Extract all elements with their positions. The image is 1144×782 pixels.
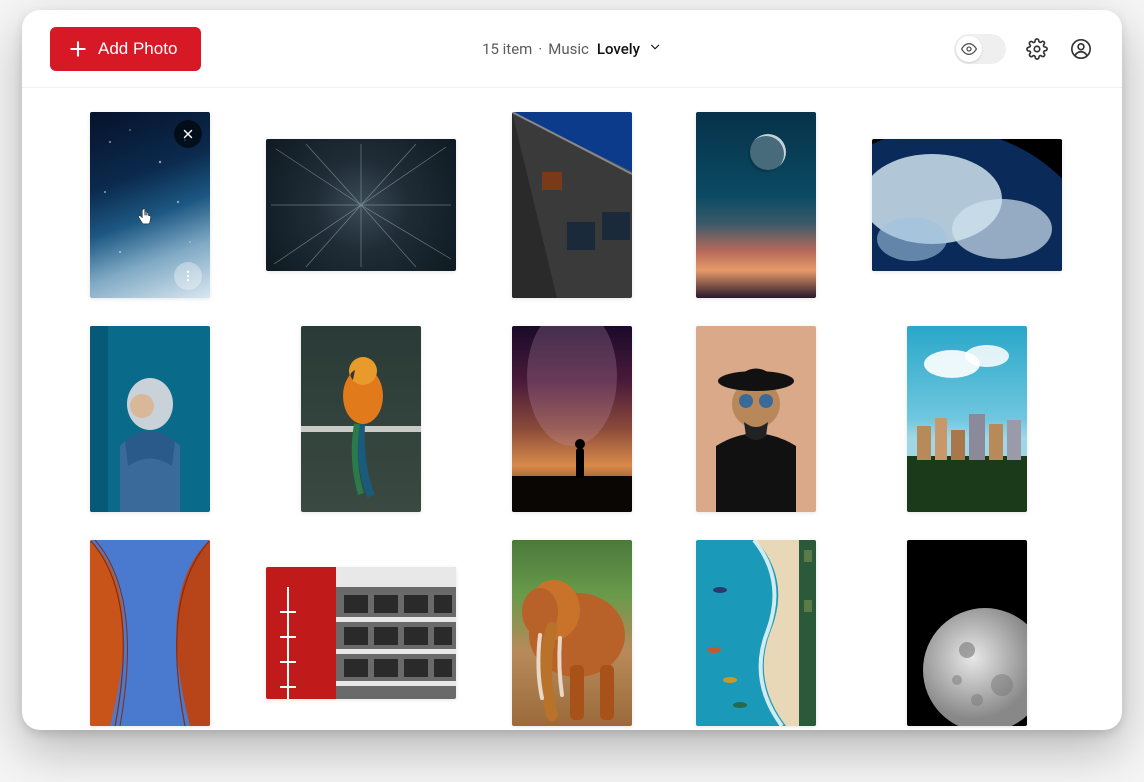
right-controls — [954, 34, 1094, 64]
account-button[interactable] — [1068, 36, 1094, 62]
plus-icon — [68, 39, 88, 59]
toggle-knob — [956, 36, 982, 62]
photo-thumb[interactable] — [266, 139, 456, 271]
photo-thumb[interactable] — [696, 326, 816, 512]
photo-thumb[interactable] — [512, 112, 632, 298]
add-photo-label: Add Photo — [98, 39, 177, 59]
gear-icon — [1026, 38, 1048, 60]
settings-button[interactable] — [1024, 36, 1050, 62]
remove-photo-button[interactable] — [174, 120, 202, 148]
header-info[interactable]: 15 item · Music Lovely — [482, 40, 662, 58]
photo-thumb[interactable] — [512, 326, 632, 512]
photo-thumb[interactable] — [90, 326, 210, 512]
photo-thumb[interactable] — [512, 540, 632, 726]
photo-thumb[interactable] — [696, 112, 816, 298]
music-name: Lovely — [597, 40, 640, 58]
photo-thumb[interactable] — [907, 540, 1027, 726]
photo-thumb[interactable] — [696, 540, 816, 726]
photo-thumb[interactable] — [266, 567, 456, 699]
photo-thumb[interactable] — [872, 139, 1062, 271]
photo-scroll-area[interactable] — [22, 88, 1122, 730]
music-label: Music — [548, 40, 589, 58]
app-window: Add Photo 15 item · Music Lovely — [22, 10, 1122, 730]
photo-thumb[interactable] — [907, 326, 1027, 512]
user-icon — [1070, 38, 1092, 60]
photo-thumb[interactable] — [301, 326, 421, 512]
separator: · — [538, 40, 542, 58]
topbar: Add Photo 15 item · Music Lovely — [22, 10, 1122, 88]
close-icon — [181, 127, 195, 141]
eye-icon — [961, 41, 977, 57]
photo-thumb[interactable] — [90, 540, 210, 726]
more-vertical-icon — [181, 269, 195, 283]
photo-more-button[interactable] — [174, 262, 202, 290]
add-photo-button[interactable]: Add Photo — [50, 27, 201, 71]
visibility-toggle[interactable] — [954, 34, 1006, 64]
photo-grid — [82, 112, 1062, 726]
item-count: 15 item — [482, 40, 532, 58]
chevron-down-icon[interactable] — [648, 40, 662, 58]
photo-thumb[interactable] — [90, 112, 210, 298]
